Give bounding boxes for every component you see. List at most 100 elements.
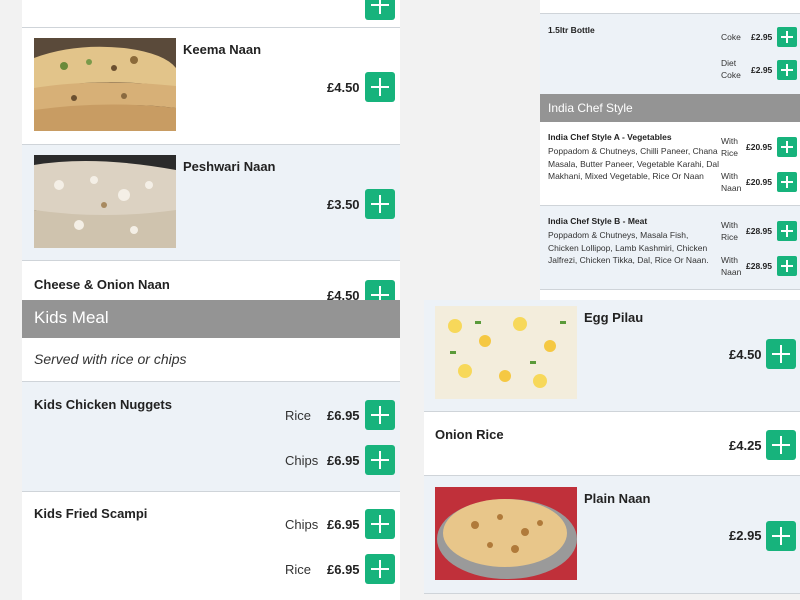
menu-card-keema-naan[interactable]: Keema Naan £4.50 [22, 28, 400, 145]
item-price: £4.50 [729, 347, 762, 362]
menu-card-plain-naan[interactable]: Plain Naan £2.95 [424, 476, 800, 594]
section-title: Kids Meal [34, 308, 109, 327]
add-egg-pilau-button[interactable] [766, 339, 796, 369]
option-label: With Rice [721, 136, 739, 158]
plus-icon [772, 527, 790, 545]
add-chef-a-rice-button[interactable] [777, 137, 797, 157]
option-label: With Rice [721, 220, 739, 242]
add-chef-a-naan-button[interactable] [777, 172, 797, 192]
add-button[interactable] [365, 0, 395, 20]
item-name: India Chef Style B - Meat [548, 216, 648, 226]
item-name: Plain Naan [584, 491, 651, 506]
option-price: £6.95 [327, 453, 360, 468]
item-price: £4.50 [327, 80, 360, 95]
add-plain-naan-button[interactable] [766, 521, 796, 551]
option-label: Chips [285, 517, 319, 532]
plus-icon [772, 436, 790, 454]
section-header-kids-meal: Kids Meal [22, 300, 400, 338]
section-subtitle-card: Served with rice or chips [22, 338, 400, 382]
add-nuggets-chips-button[interactable] [365, 445, 395, 475]
add-onion-rice-button[interactable] [766, 430, 796, 460]
option-price: £28.95 [746, 226, 772, 236]
chef-style-pane: 1.5ltr Bottle Coke £2.95 Diet Coke £2.95… [540, 0, 800, 300]
plain-naan-photo [435, 487, 577, 580]
section-header-india-chef-style: India Chef Style [540, 94, 800, 122]
plus-icon [772, 345, 790, 363]
keema-naan-photo [34, 38, 176, 131]
item-name: Egg Pilau [584, 310, 644, 325]
add-chef-b-naan-button[interactable] [777, 256, 797, 276]
option-label: Rice [285, 562, 312, 577]
menu-card-bottle[interactable]: 1.5ltr Bottle Coke £2.95 Diet Coke £2.95 [540, 14, 800, 94]
option-label: Rice [285, 408, 312, 423]
plus-icon [781, 260, 793, 272]
item-description: Poppadom & Chutneys, Chilli Paneer, Chan… [548, 146, 720, 181]
menu-card-egg-pilau[interactable]: Egg Pilau £4.50 [424, 300, 800, 412]
card-top-remnant [540, 0, 800, 14]
option-price: £28.95 [746, 261, 772, 271]
plus-icon [781, 225, 793, 237]
menu-card-onion-rice[interactable]: Onion Rice £4.25 [424, 412, 800, 476]
plus-icon [371, 78, 389, 96]
add-coke-button[interactable] [777, 27, 797, 47]
item-name: 1.5ltr Bottle [548, 25, 595, 35]
plus-icon [371, 286, 389, 300]
breads-pane: Keema Naan £4.50 Peshwari Naan £3.50 Che… [0, 0, 540, 300]
option-label: Coke [721, 32, 741, 42]
plus-icon [781, 176, 793, 188]
plus-icon [371, 451, 389, 469]
plus-icon [781, 64, 793, 76]
option-label: With Naan [721, 255, 742, 277]
item-price: £3.50 [327, 197, 360, 212]
item-price: £4.25 [729, 438, 762, 453]
add-scampi-rice-button[interactable] [365, 554, 395, 584]
option-label: Chips [285, 453, 319, 468]
option-price: £6.95 [327, 562, 360, 577]
plus-icon [371, 195, 389, 213]
item-description: Poppadom & Chutneys, Masala Fish, Chicke… [548, 230, 709, 265]
option-label: With Naan [721, 171, 742, 193]
item-price: £2.95 [729, 528, 762, 543]
plus-icon [371, 0, 389, 14]
plus-icon [371, 406, 389, 424]
peshwari-naan-photo [34, 155, 176, 248]
rice-pane: Egg Pilau £4.50 Onion Rice £4.25 Plain N… [400, 300, 800, 600]
plus-icon [371, 515, 389, 533]
add-peshwari-naan-button[interactable] [365, 189, 395, 219]
menu-card-kids-chicken-nuggets[interactable]: Kids Chicken Nuggets Rice £6.95 Chips £6… [22, 382, 400, 492]
option-label: Diet Coke [721, 58, 741, 80]
section-subtitle: Served with rice or chips [34, 351, 187, 367]
item-name: India Chef Style A - Vegetables [548, 132, 672, 142]
section-title: India Chef Style [548, 101, 633, 115]
add-nuggets-rice-button[interactable] [365, 400, 395, 430]
item-name: Peshwari Naan [183, 159, 276, 174]
add-cheese-onion-naan-button[interactable] [365, 280, 395, 300]
item-name: Cheese & Onion Naan [34, 277, 170, 292]
egg-pilau-photo [435, 306, 577, 399]
menu-card-peshwari-naan[interactable]: Peshwari Naan £3.50 [22, 145, 400, 261]
plus-icon [781, 141, 793, 153]
item-name: Keema Naan [183, 42, 262, 57]
menu-card-chef-style-a[interactable]: India Chef Style A - Vegetables Poppadom… [540, 122, 800, 206]
add-chef-b-rice-button[interactable] [777, 221, 797, 241]
add-scampi-chips-button[interactable] [365, 509, 395, 539]
menu-card-cheese-onion-naan[interactable]: Cheese & Onion Naan £4.50 [22, 261, 400, 300]
option-price: £6.95 [327, 408, 360, 423]
plus-icon [781, 31, 793, 43]
item-name: Kids Fried Scampi [34, 506, 148, 521]
option-price: £2.95 [751, 65, 773, 75]
menu-card-kids-fried-scampi[interactable]: Kids Fried Scampi Chips £6.95 Rice £6.95 [22, 492, 400, 600]
option-price: £20.95 [746, 142, 772, 152]
add-keema-naan-button[interactable] [365, 72, 395, 102]
menu-card-chef-style-b[interactable]: India Chef Style B - Meat Poppadom & Chu… [540, 206, 800, 290]
kids-meal-pane: Kids Meal Served with rice or chips Kids… [0, 300, 400, 600]
menu-card-previous [22, 0, 400, 28]
add-diet-coke-button[interactable] [777, 60, 797, 80]
item-price: £4.50 [327, 288, 360, 300]
item-name: Kids Chicken Nuggets [34, 397, 172, 412]
item-name: Onion Rice [435, 427, 504, 442]
option-price: £20.95 [746, 177, 772, 187]
option-price: £2.95 [751, 32, 773, 42]
option-price: £6.95 [327, 517, 360, 532]
plus-icon [371, 560, 389, 578]
